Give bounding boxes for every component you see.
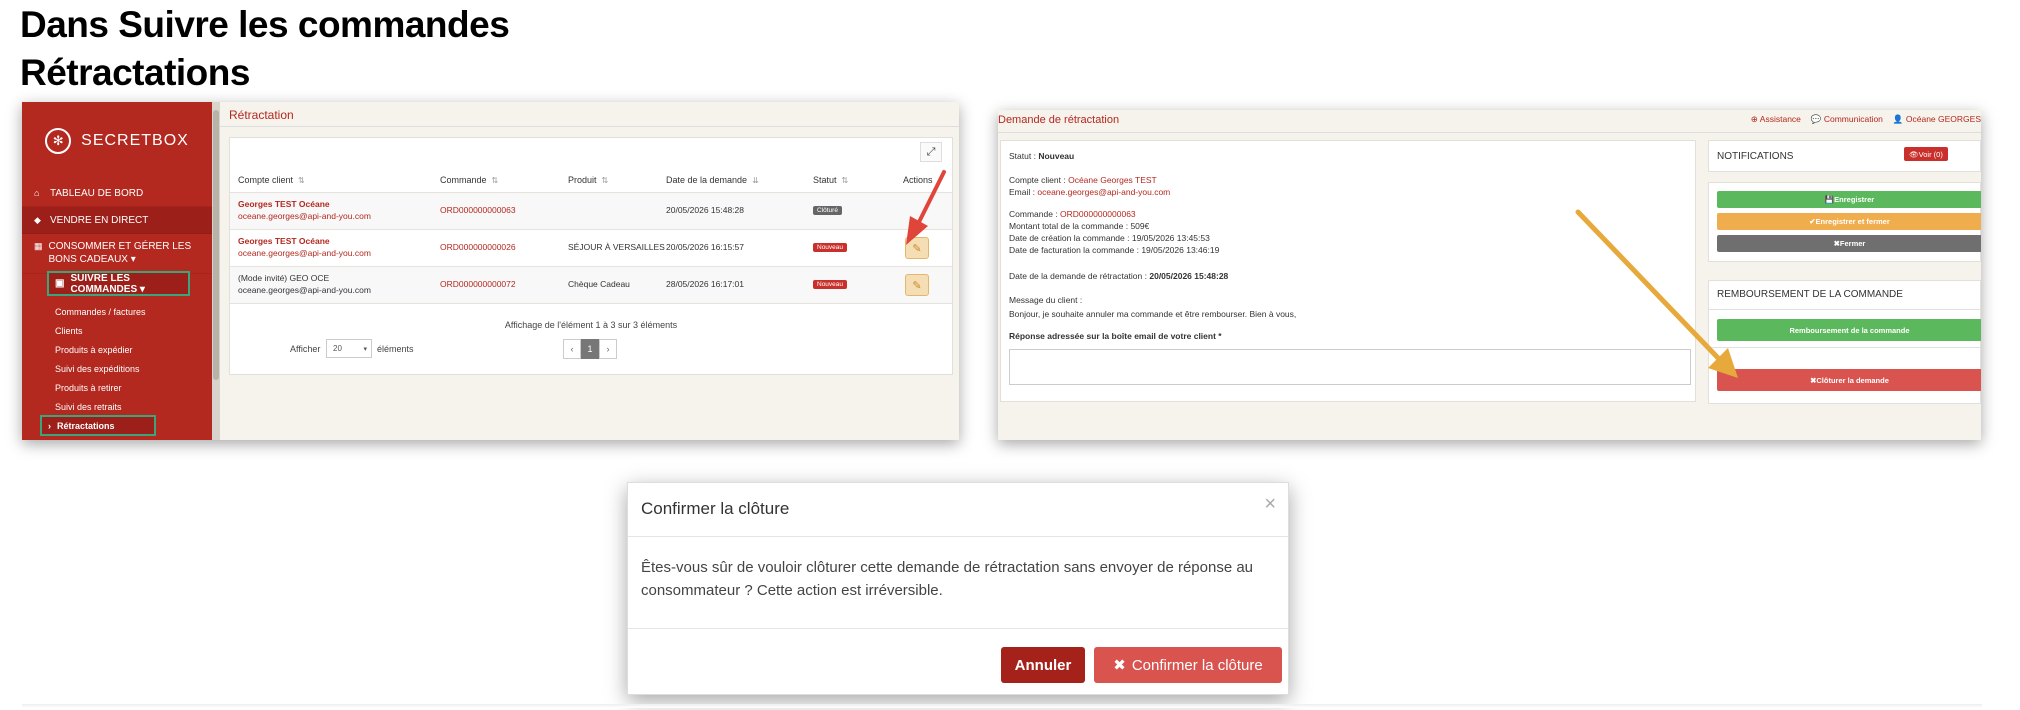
annotation-arrow-orange bbox=[1575, 209, 1738, 378]
confirm-close-button[interactable]: ✖ Confirmer la clôture bbox=[1094, 647, 1282, 683]
modal-title: Confirmer la clôture bbox=[641, 499, 790, 518]
confirm-close-modal: Confirmer la clôture × Êtes-vous sûr de … bbox=[627, 482, 1289, 695]
cancel-button[interactable]: Annuler bbox=[1001, 647, 1085, 683]
modal-divider bbox=[628, 628, 1288, 629]
x-icon: ✖ bbox=[1113, 657, 1126, 674]
page: Dans Suivre les commandes Rétractations … bbox=[0, 0, 2020, 710]
retractation-list-screenshot: ✻ SECRETBOX ⌂ TABLEAU DE BORD ◆ VENDRE E… bbox=[22, 102, 959, 440]
retractation-detail-screenshot: Demande de rétractation ⊕ Assistance 💬 C… bbox=[998, 110, 1981, 440]
annotation-arrow-red bbox=[906, 170, 946, 245]
close-icon[interactable]: × bbox=[1264, 493, 1276, 516]
slide-heading-line2: Rétractations bbox=[20, 52, 250, 93]
modal-divider bbox=[628, 536, 1288, 537]
slide-heading-line1: Dans Suivre les commandes bbox=[20, 4, 510, 45]
modal-body: Êtes-vous sûr de vouloir clôturer cette … bbox=[641, 559, 1254, 599]
bottom-shadow bbox=[22, 704, 1982, 708]
